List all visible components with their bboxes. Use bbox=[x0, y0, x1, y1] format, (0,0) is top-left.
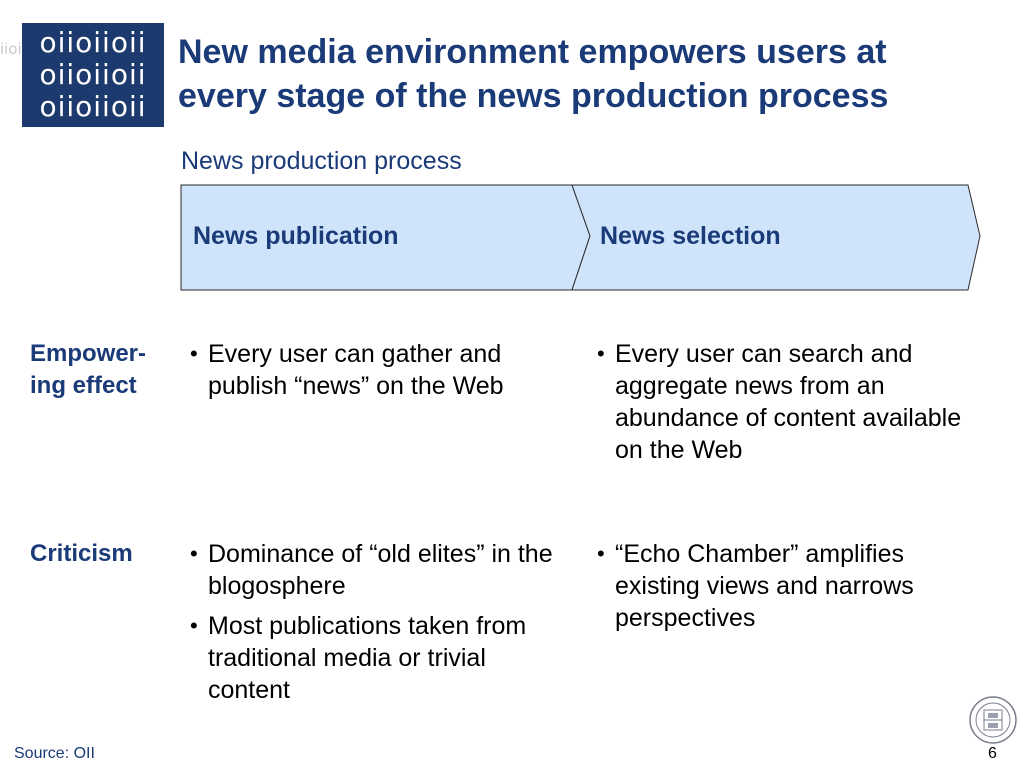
university-seal-icon bbox=[969, 696, 1017, 744]
list-item-text: Most publications taken from traditional… bbox=[208, 612, 527, 704]
row-label-empowering-effect: Empower- ing effect bbox=[30, 338, 146, 402]
row-label-criticism: Criticism bbox=[30, 538, 133, 570]
empowering-publication-list: • Every user can gather and publish “news… bbox=[188, 338, 558, 410]
list-item: • Every user can gather and publish “news… bbox=[188, 338, 558, 402]
row-label-line: Criticism bbox=[30, 540, 133, 567]
page-number: 6 bbox=[988, 745, 997, 762]
logo-ghost-text: iioi bbox=[0, 40, 22, 58]
slide-subtitle: News production process bbox=[181, 147, 462, 175]
slide-title: New media environment empowers users at … bbox=[178, 30, 998, 118]
logo-line: oiioiioii bbox=[39, 90, 147, 123]
stage-label-news-selection: News selection bbox=[600, 222, 781, 250]
list-item: • Every user can search and aggregate new… bbox=[595, 338, 975, 466]
list-item: • Most publications taken from traditiona… bbox=[188, 610, 558, 706]
row-label-line: Empower- bbox=[30, 340, 147, 367]
list-item-text: “Echo Chamber” amplifies existing views … bbox=[615, 540, 914, 632]
binary-oii-logo-icon: oiioiioii oiioiioii oiioiioii bbox=[22, 27, 164, 123]
bullet-icon: • bbox=[190, 541, 198, 566]
bullet-icon: • bbox=[597, 541, 605, 566]
criticism-publication-list: • Dominance of “old elites” in the blogos… bbox=[188, 538, 558, 714]
list-item-text: Every user can search and aggregate news… bbox=[615, 340, 962, 464]
bullet-icon: • bbox=[597, 341, 605, 366]
list-item-text: Every user can gather and publish “news”… bbox=[208, 340, 504, 400]
list-item-text: Dominance of “old elites” in the blogosp… bbox=[208, 540, 553, 600]
source-note: Source: OII bbox=[14, 745, 95, 762]
row-label-line: ing effect bbox=[30, 372, 137, 399]
empowering-selection-list: • Every user can search and aggregate new… bbox=[595, 338, 975, 474]
bullet-icon: • bbox=[190, 613, 198, 638]
slide-title-line: New media environment empowers users at bbox=[178, 33, 887, 71]
list-item: • “Echo Chamber” amplifies existing views… bbox=[595, 538, 975, 634]
stage-label-news-publication: News publication bbox=[193, 222, 399, 250]
logo-line: oiioiioii bbox=[39, 58, 147, 91]
criticism-selection-list: • “Echo Chamber” amplifies existing views… bbox=[595, 538, 975, 642]
logo-line: oiioiioii bbox=[39, 26, 147, 59]
bullet-icon: • bbox=[190, 341, 198, 366]
oii-logo: oiioiioii oiioiioii oiioiioii bbox=[22, 23, 164, 127]
list-item: • Dominance of “old elites” in the blogos… bbox=[188, 538, 558, 602]
slide-title-line: every stage of the news production proce… bbox=[178, 77, 889, 115]
